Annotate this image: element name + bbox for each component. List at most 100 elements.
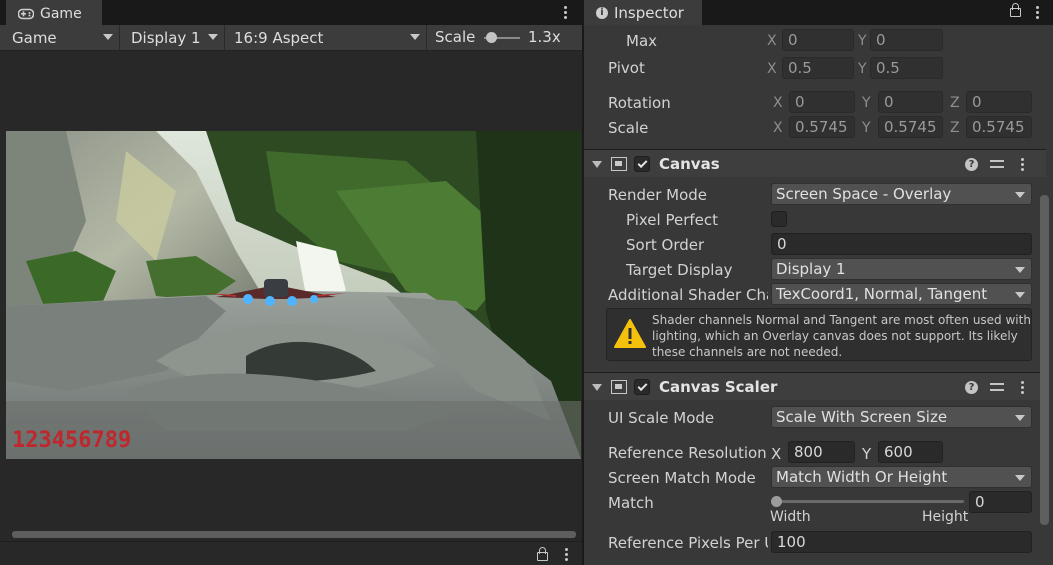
game-horizontal-scrollbar[interactable] bbox=[12, 531, 576, 538]
chevron-down-icon bbox=[208, 34, 218, 40]
scale-label: Scale bbox=[435, 28, 476, 46]
match-value-field[interactable]: 0 bbox=[969, 491, 1032, 513]
scale-x-field[interactable]: 0.5745 bbox=[789, 116, 855, 138]
match-label: Match bbox=[608, 494, 654, 512]
pivot-x-field[interactable]: 0.5 bbox=[782, 57, 854, 79]
game-toolbar: Game Display 1 16:9 Aspect Scale 1.3x bbox=[0, 25, 582, 51]
inspector-vertical-scrollbar[interactable] bbox=[1040, 195, 1049, 525]
canvas-scaler-enabled-checkbox[interactable] bbox=[634, 379, 650, 395]
canvas-scaler-component-icon bbox=[611, 380, 627, 394]
chevron-down-icon bbox=[410, 34, 420, 40]
aspect-dropdown[interactable]: 16:9 Aspect bbox=[226, 25, 427, 50]
component-menu-icon[interactable] bbox=[1015, 155, 1029, 173]
match-slider-track[interactable] bbox=[777, 500, 964, 503]
display-dropdown[interactable]: Display 1 bbox=[123, 25, 225, 50]
reference-ppu-field[interactable]: 100 bbox=[771, 531, 1032, 553]
axis-y-label: Y bbox=[858, 61, 867, 77]
reference-y-field[interactable]: 600 bbox=[878, 441, 943, 463]
scale-label: Scale bbox=[608, 119, 649, 137]
max-x-field[interactable]: 0 bbox=[782, 29, 854, 51]
game-scene-image bbox=[6, 131, 581, 459]
rotation-x-field[interactable]: 0 bbox=[789, 91, 855, 113]
checkmark-icon bbox=[637, 157, 647, 168]
match-slider-knob[interactable] bbox=[771, 496, 782, 507]
inspector-menu-icon[interactable] bbox=[1030, 3, 1044, 21]
canvas-component-header[interactable]: Canvas ? bbox=[584, 149, 1046, 177]
target-display-dropdown[interactable]: Display 1 bbox=[771, 258, 1032, 280]
chevron-down-icon bbox=[1015, 475, 1025, 481]
canvas-enabled-checkbox[interactable] bbox=[634, 156, 650, 172]
rotation-y-field[interactable]: 0 bbox=[878, 91, 943, 113]
sort-order-field[interactable]: 0 bbox=[771, 233, 1032, 255]
ui-scale-mode-dropdown[interactable]: Scale With Screen Size bbox=[771, 406, 1032, 428]
ui-scale-mode-value: Scale With Screen Size bbox=[776, 408, 948, 426]
pixel-perfect-label: Pixel Perfect bbox=[626, 211, 719, 229]
render-mode-value: Screen Space - Overlay bbox=[776, 185, 952, 203]
help-icon[interactable]: ? bbox=[965, 158, 978, 171]
canvas-component-icon bbox=[611, 157, 627, 171]
chevron-down-icon bbox=[1015, 192, 1025, 198]
reference-resolution-label: Reference Resolution bbox=[608, 444, 767, 462]
component-menu-icon[interactable] bbox=[1015, 378, 1029, 396]
render-mode-label: Render Mode bbox=[608, 186, 708, 204]
rotation-label: Rotation bbox=[608, 94, 671, 112]
game-viewport[interactable]: 123456789 bbox=[6, 131, 581, 459]
reference-x-field[interactable]: 800 bbox=[788, 441, 855, 463]
canvas-scaler-component-header[interactable]: Canvas Scaler ? bbox=[584, 372, 1046, 400]
inspector-tab-label: Inspector bbox=[614, 3, 684, 22]
pixel-perfect-checkbox[interactable] bbox=[771, 211, 787, 227]
pivot-y-field[interactable]: 0.5 bbox=[870, 57, 943, 79]
render-mode-dropdown[interactable]: Screen Space - Overlay bbox=[771, 183, 1032, 205]
axis-x-label: X bbox=[767, 33, 777, 49]
foldout-arrow-icon[interactable] bbox=[592, 384, 602, 391]
screen-match-mode-value: Match Width Or Height bbox=[776, 468, 948, 486]
panel-menu-icon[interactable] bbox=[559, 545, 573, 563]
game-tab-menu-icon[interactable] bbox=[558, 3, 572, 21]
axis-x-label: X bbox=[771, 445, 782, 463]
chevron-down-icon bbox=[103, 34, 113, 40]
chevron-down-icon bbox=[1015, 267, 1025, 273]
aspect-value: 16:9 Aspect bbox=[234, 28, 324, 47]
rotation-z-field[interactable]: 0 bbox=[966, 91, 1032, 113]
presets-icon[interactable] bbox=[990, 381, 1004, 393]
game-tab-label: Game bbox=[40, 5, 82, 22]
shader-channels-dropdown[interactable]: TexCoord1, Normal, Tangent bbox=[771, 283, 1032, 305]
max-label: Max bbox=[626, 32, 658, 50]
ui-scale-mode-label: UI Scale Mode bbox=[608, 409, 715, 427]
warning-icon bbox=[614, 319, 646, 348]
axis-y-label: Y bbox=[858, 33, 867, 49]
checkmark-icon bbox=[637, 380, 647, 391]
game-mode-dropdown[interactable]: Game bbox=[4, 25, 120, 50]
max-y-field[interactable]: 0 bbox=[870, 29, 943, 51]
info-icon: i bbox=[596, 6, 608, 19]
score-counter: 123456789 bbox=[12, 428, 132, 453]
scale-y-field[interactable]: 0.5745 bbox=[878, 116, 943, 138]
game-mode-value: Game bbox=[12, 28, 57, 47]
axis-y-label: Y bbox=[862, 120, 871, 136]
screen-match-mode-label: Screen Match Mode bbox=[608, 469, 756, 487]
match-height-label: Height bbox=[922, 509, 969, 525]
axis-x-label: X bbox=[773, 95, 783, 111]
scale-z-field[interactable]: 0.5745 bbox=[966, 116, 1032, 138]
pivot-label: Pivot bbox=[608, 59, 645, 77]
screen-match-mode-dropdown[interactable]: Match Width Or Height bbox=[771, 466, 1032, 488]
canvas-scaler-title: Canvas Scaler bbox=[659, 378, 778, 396]
inspector-panel: i Inspector Max X 0 Y 0 Pivot X 0.5 Y 0.… bbox=[583, 0, 1053, 565]
sort-order-label: Sort Order bbox=[626, 236, 705, 254]
target-display-value: Display 1 bbox=[776, 260, 846, 278]
shader-channels-label: Additional Shader Cha bbox=[608, 286, 768, 304]
presets-icon[interactable] bbox=[990, 158, 1004, 170]
shader-warning-helpbox: Shader channels Normal and Tangent are m… bbox=[606, 308, 1032, 361]
help-icon[interactable]: ? bbox=[965, 381, 978, 394]
warning-text: Shader channels Normal and Tangent are m… bbox=[652, 313, 1031, 359]
game-tab[interactable]: Game bbox=[6, 0, 102, 25]
gamepad-icon bbox=[18, 8, 34, 19]
axis-y-label: Y bbox=[862, 95, 871, 111]
shader-channels-value: TexCoord1, Normal, Tangent bbox=[776, 285, 988, 303]
inspector-tab[interactable]: i Inspector bbox=[584, 0, 702, 25]
scale-slider-knob[interactable] bbox=[486, 32, 497, 43]
lock-icon[interactable] bbox=[537, 547, 548, 561]
axis-x-label: X bbox=[773, 120, 783, 136]
inspector-lock-icon[interactable] bbox=[1010, 3, 1021, 17]
foldout-arrow-icon[interactable] bbox=[592, 161, 602, 168]
